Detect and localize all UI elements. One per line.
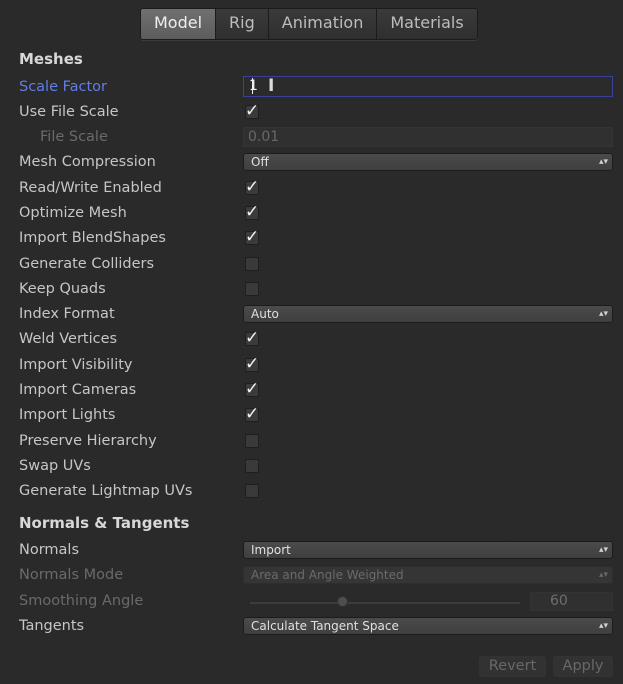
tab-bar: Model Rig Animation Materials — [140, 8, 478, 40]
import-blendshapes-checkbox[interactable]: ✓ — [245, 227, 259, 247]
revert-button[interactable]: Revert — [479, 656, 546, 677]
file-scale-row: File Scale 0.01 — [0, 125, 623, 150]
normals-mode-label: Normals Mode — [19, 567, 124, 583]
normals-mode-dropdown: Area and Angle Weighted ▴▾ — [243, 566, 613, 584]
weld-vertices-checkbox[interactable]: ✓ — [245, 328, 259, 348]
import-visibility-row: Import Visibility ✓ — [0, 353, 623, 378]
normals-mode-value: Area and Angle Weighted — [251, 568, 404, 582]
dropdown-arrow-icon: ▴▾ — [598, 157, 608, 167]
tangents-row: Tangents Calculate Tangent Space ▴▾ — [0, 614, 623, 639]
normals-dropdown[interactable]: Import ▴▾ — [243, 541, 613, 559]
import-visibility-checkbox[interactable]: ✓ — [245, 354, 259, 374]
checkmark-icon: ✓ — [245, 101, 260, 121]
keep-quads-checkbox[interactable] — [245, 282, 259, 296]
smoothing-angle-row: Smoothing Angle 60 — [0, 589, 623, 614]
generate-colliders-checkbox[interactable] — [245, 257, 259, 271]
swap-uvs-checkbox[interactable] — [245, 459, 259, 473]
weld-vertices-row: Weld Vertices ✓ — [0, 327, 623, 352]
index-format-label: Index Format — [19, 306, 115, 322]
optimize-mesh-label: Optimize Mesh — [19, 205, 127, 221]
ibeam-cursor-icon: I — [268, 76, 275, 96]
tangents-value: Calculate Tangent Space — [251, 619, 399, 633]
scale-factor-label: Scale Factor — [19, 79, 108, 95]
apply-button[interactable]: Apply — [553, 656, 613, 677]
mesh-compression-label: Mesh Compression — [19, 154, 156, 170]
normals-label: Normals — [19, 542, 80, 558]
smoothing-angle-slider-thumb — [337, 596, 348, 607]
smoothing-angle-value: 60 — [530, 592, 613, 611]
tab-materials[interactable]: Materials — [377, 9, 477, 39]
scale-factor-input[interactable]: 1 — [243, 76, 613, 97]
normals-mode-row: Normals Mode Area and Angle Weighted ▴▾ — [0, 563, 623, 588]
checkmark-icon: ✓ — [245, 328, 260, 348]
mesh-compression-dropdown[interactable]: Off ▴▾ — [243, 153, 613, 171]
scale-factor-row: Scale Factor 1 I — [0, 75, 623, 100]
import-lights-label: Import Lights — [19, 407, 116, 423]
import-cameras-checkbox[interactable]: ✓ — [245, 379, 259, 399]
weld-vertices-label: Weld Vertices — [19, 331, 118, 347]
keep-quads-label: Keep Quads — [19, 281, 106, 297]
generate-colliders-row: Generate Colliders — [0, 252, 623, 277]
use-file-scale-row: Use File Scale ✓ — [0, 100, 623, 125]
tangents-dropdown[interactable]: Calculate Tangent Space ▴▾ — [243, 617, 613, 635]
index-format-row: Index Format Auto ▴▾ — [0, 302, 623, 327]
tangents-label: Tangents — [19, 618, 85, 634]
normals-row: Normals Import ▴▾ — [0, 538, 623, 563]
checkmark-icon: ✓ — [245, 404, 260, 424]
file-scale-label: File Scale — [40, 129, 108, 145]
tab-animation[interactable]: Animation — [268, 9, 378, 39]
read-write-checkbox[interactable]: ✓ — [245, 177, 259, 197]
preserve-hierarchy-checkbox[interactable] — [245, 434, 259, 448]
import-blendshapes-label: Import BlendShapes — [19, 230, 166, 246]
generate-lightmap-uvs-checkbox[interactable] — [245, 484, 259, 498]
generate-colliders-label: Generate Colliders — [19, 256, 155, 272]
tab-model[interactable]: Model — [141, 9, 217, 39]
text-caret — [252, 78, 253, 94]
meshes-heading: Meshes — [19, 50, 83, 68]
import-visibility-label: Import Visibility — [19, 357, 133, 373]
dropdown-arrow-icon: ▴▾ — [598, 621, 608, 631]
optimize-mesh-checkbox[interactable]: ✓ — [245, 202, 259, 222]
import-lights-checkbox[interactable]: ✓ — [245, 404, 259, 424]
checkmark-icon: ✓ — [245, 354, 260, 374]
read-write-label: Read/Write Enabled — [19, 180, 162, 196]
index-format-dropdown[interactable]: Auto ▴▾ — [243, 305, 613, 323]
smoothing-angle-label: Smoothing Angle — [19, 593, 144, 609]
dropdown-arrow-icon: ▴▾ — [598, 570, 608, 580]
tab-rig[interactable]: Rig — [216, 9, 269, 39]
mesh-compression-row: Mesh Compression Off ▴▾ — [0, 150, 623, 175]
use-file-scale-checkbox[interactable]: ✓ — [245, 101, 259, 121]
smoothing-angle-slider-track — [250, 602, 520, 604]
import-cameras-row: Import Cameras ✓ — [0, 378, 623, 403]
import-blendshapes-row: Import BlendShapes ✓ — [0, 226, 623, 251]
use-file-scale-label: Use File Scale — [19, 104, 119, 120]
swap-uvs-row: Swap UVs — [0, 454, 623, 479]
keep-quads-row: Keep Quads — [0, 277, 623, 302]
generate-lightmap-uvs-label: Generate Lightmap UVs — [19, 483, 193, 499]
import-cameras-label: Import Cameras — [19, 382, 137, 398]
checkmark-icon: ✓ — [245, 202, 260, 222]
file-scale-field: 0.01 — [243, 127, 613, 147]
normals-tangents-heading: Normals & Tangents — [19, 514, 190, 532]
index-format-value: Auto — [251, 307, 279, 321]
import-lights-row: Import Lights ✓ — [0, 403, 623, 428]
dropdown-arrow-icon: ▴▾ — [598, 545, 608, 555]
dropdown-arrow-icon: ▴▾ — [598, 309, 608, 319]
read-write-row: Read/Write Enabled ✓ — [0, 176, 623, 201]
checkmark-icon: ✓ — [245, 379, 260, 399]
checkmark-icon: ✓ — [245, 177, 260, 197]
preserve-hierarchy-label: Preserve Hierarchy — [19, 433, 157, 449]
swap-uvs-label: Swap UVs — [19, 458, 91, 474]
preserve-hierarchy-row: Preserve Hierarchy — [0, 429, 623, 454]
optimize-mesh-row: Optimize Mesh ✓ — [0, 201, 623, 226]
checkmark-icon: ✓ — [245, 227, 260, 247]
generate-lightmap-uvs-row: Generate Lightmap UVs — [0, 479, 623, 504]
mesh-compression-value: Off — [251, 155, 269, 169]
normals-value: Import — [251, 543, 291, 557]
